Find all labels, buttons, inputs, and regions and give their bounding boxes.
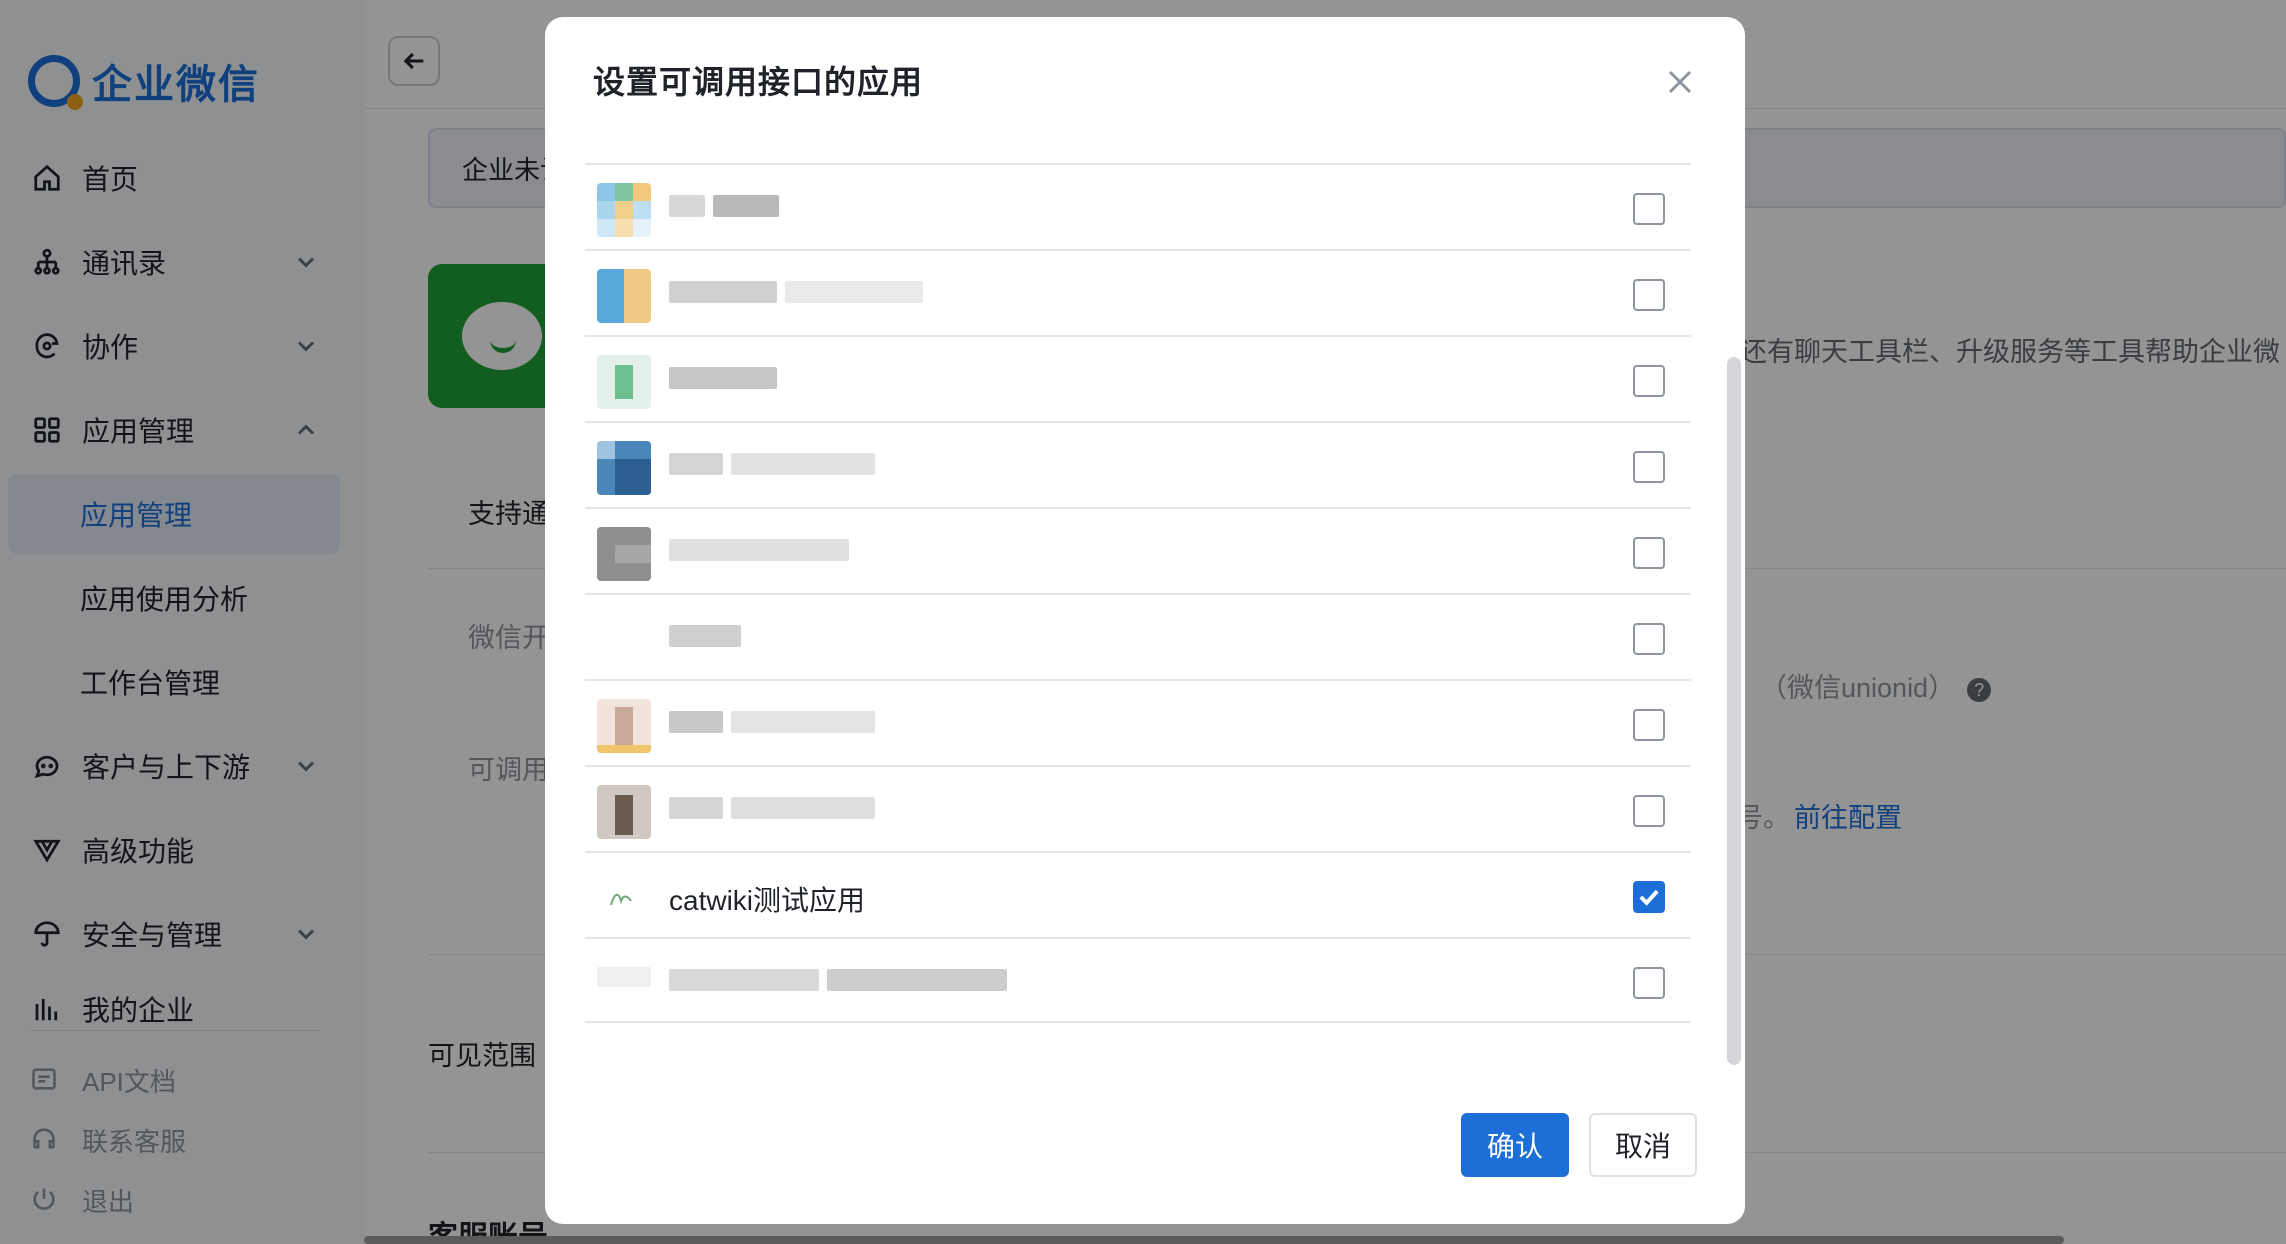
app-checkbox[interactable] — [1633, 193, 1665, 225]
select-apps-dialog: 设置可调用接口的应用 catwiki测试应用 确认 取消 — [545, 17, 1745, 1224]
app-row[interactable] — [585, 163, 1691, 249]
redacted-app-name — [669, 539, 849, 565]
app-row[interactable] — [585, 937, 1691, 1023]
app-icon — [597, 441, 651, 495]
app-checkbox-checked[interactable] — [1633, 881, 1665, 913]
app-checkbox[interactable] — [1633, 623, 1665, 655]
app-icon — [597, 527, 651, 581]
app-checkbox[interactable] — [1633, 365, 1665, 397]
app-checkbox[interactable] — [1633, 451, 1665, 483]
dialog-scrollbar[interactable] — [1727, 357, 1741, 1065]
confirm-button[interactable]: 确认 — [1461, 1113, 1569, 1177]
app-checkbox[interactable] — [1633, 967, 1665, 999]
app-icon — [597, 183, 651, 237]
app-row[interactable] — [585, 593, 1691, 679]
checkmark-icon — [1639, 889, 1659, 906]
app-icon — [597, 355, 651, 409]
app-row[interactable] — [585, 249, 1691, 335]
app-checkbox[interactable] — [1633, 795, 1665, 827]
app-icon — [597, 699, 651, 753]
app-icon — [597, 785, 651, 839]
redacted-app-name — [669, 711, 875, 737]
app-checkbox[interactable] — [1633, 709, 1665, 741]
app-row[interactable] — [585, 507, 1691, 593]
app-row-catwiki[interactable]: catwiki测试应用 — [585, 851, 1691, 937]
redacted-app-name — [669, 453, 875, 479]
app-list: catwiki测试应用 — [585, 163, 1691, 1023]
redacted-app-name — [669, 797, 875, 823]
app-icon — [597, 613, 651, 667]
redacted-app-name — [669, 969, 1007, 995]
app-name: catwiki测试应用 — [669, 885, 866, 916]
app-row[interactable] — [585, 679, 1691, 765]
cancel-button[interactable]: 取消 — [1589, 1113, 1697, 1177]
app-icon — [597, 957, 651, 1011]
redacted-app-name — [669, 625, 741, 651]
close-icon[interactable] — [1665, 67, 1695, 97]
redacted-app-name — [669, 195, 779, 221]
app-checkbox[interactable] — [1633, 279, 1665, 311]
app-row[interactable] — [585, 765, 1691, 851]
dialog-title: 设置可调用接口的应用 — [593, 64, 924, 100]
app-row[interactable] — [585, 421, 1691, 507]
app-row[interactable] — [585, 335, 1691, 421]
redacted-app-name — [669, 281, 923, 307]
app-checkbox[interactable] — [1633, 537, 1665, 569]
app-icon — [597, 269, 651, 323]
redacted-app-name — [669, 367, 777, 393]
squiggle-logo-icon — [597, 871, 651, 925]
horizontal-scrollbar[interactable] — [364, 1236, 2064, 1244]
